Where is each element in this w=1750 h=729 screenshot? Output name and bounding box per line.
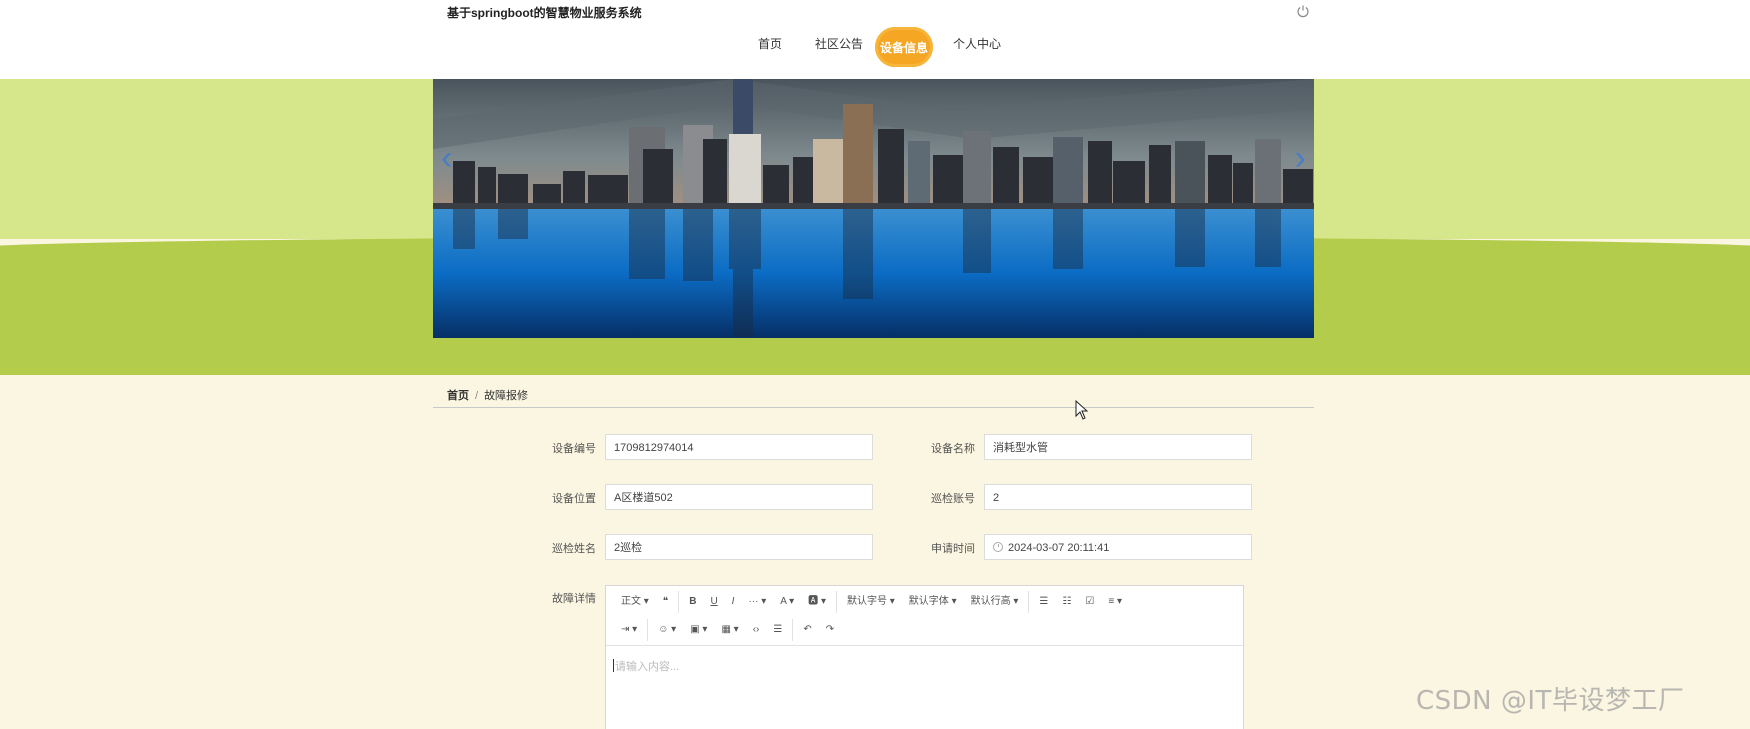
underline-icon[interactable]: U [703,592,724,612]
clock-icon [993,542,1003,552]
paragraph-style-dropdown[interactable]: 正文 ▾ [614,592,656,612]
emoji-dropdown[interactable]: ☺ ▾ [651,620,683,640]
breadcrumb: 首页 / 故障报修 [447,387,528,403]
toolbar-row-2: ⇥ ▾ ☺ ▾ ▣ ▾ ▦ ▾ ‹› ☰ ↶ ↷ [606,616,841,644]
device-location-label: 设备位置 [552,493,596,505]
quote-icon[interactable]: ❝ [656,592,675,612]
align-dropdown[interactable]: ≡ ▾ [1101,592,1129,612]
chevron-left-icon[interactable]: ‹ [441,139,452,178]
text-caret [613,659,614,672]
nav-device-info[interactable]: 设备信息 [875,27,933,67]
inspect-account-input[interactable]: 2 [984,484,1252,510]
italic-icon[interactable]: I [725,592,742,612]
bold-icon[interactable]: B [682,592,703,612]
nav-home[interactable]: 首页 [758,35,782,52]
table-dropdown[interactable]: ▦ ▾ [714,620,745,640]
main-nav: 首页 社区公告 设备信息 个人中心 [0,25,1750,71]
breadcrumb-home[interactable]: 首页 [447,390,469,402]
banner-carousel[interactable]: ‹ › [433,79,1314,338]
redo-icon[interactable]: ↷ [819,620,841,640]
editor-placeholder: 请输入内容... [615,661,680,673]
rich-text-editor: 正文 ▾ ❝ B U I ··· ▾ A ▾ 🅰 ▾ 默认字号 ▾ 默认字体 ▾… [605,585,1244,729]
breadcrumb-current: 故障报修 [484,390,529,402]
device-location-input[interactable]: A区楼道502 [605,484,873,510]
todo-list-icon[interactable]: ☑ [1078,592,1101,612]
nav-notice[interactable]: 社区公告 [815,35,863,52]
background-color-dropdown[interactable]: 🅰 ▾ [801,592,833,612]
device-name-label: 设备名称 [931,443,975,455]
apply-time-input[interactable]: 2024-03-07 20:11:41 [984,534,1252,560]
font-size-dropdown[interactable]: 默认字号 ▾ [840,592,902,612]
apply-time-value: 2024-03-07 20:11:41 [1008,542,1110,554]
inspect-account-label: 巡检账号 [931,493,975,505]
watermark: CSDN @IT毕设梦工厂 [1416,686,1685,716]
device-no-input[interactable]: 1709812974014 [605,434,873,460]
font-family-dropdown[interactable]: 默认字体 ▾ [902,592,964,612]
chevron-right-icon[interactable]: › [1295,139,1306,178]
mouse-cursor-icon [1075,400,1089,420]
nav-personal-center[interactable]: 个人中心 [953,35,1001,52]
bullet-list-icon[interactable]: ☰ [1032,592,1055,612]
apply-time-label: 申请时间 [931,543,975,555]
font-color-dropdown[interactable]: A ▾ [773,592,801,612]
inspect-name-label: 巡检姓名 [552,543,596,555]
divider-icon[interactable]: ☰ [766,620,789,640]
editor-toolbar: 正文 ▾ ❝ B U I ··· ▾ A ▾ 🅰 ▾ 默认字号 ▾ 默认字体 ▾… [606,586,1243,646]
numbered-list-icon[interactable]: ☷ [1055,592,1078,612]
more-styles-dropdown[interactable]: ··· ▾ [741,592,773,612]
device-no-label: 设备编号 [552,443,596,455]
inspect-name-input[interactable]: 2巡检 [605,534,873,560]
divider [433,407,1314,408]
line-height-dropdown[interactable]: 默认行高 ▾ [964,592,1026,612]
toolbar-row-1: 正文 ▾ ❝ B U I ··· ▾ A ▾ 🅰 ▾ 默认字号 ▾ 默认字体 ▾… [606,588,1129,616]
power-icon[interactable] [1296,4,1310,18]
device-name-input[interactable]: 消耗型水管 [984,434,1252,460]
editor-content-area[interactable]: 请输入内容... [606,646,1243,729]
undo-icon[interactable]: ↶ [796,620,818,640]
indent-dropdown[interactable]: ⇥ ▾ [614,620,644,640]
site-title: 基于springboot的智慧物业服务系统 [447,6,642,20]
image-dropdown[interactable]: ▣ ▾ [683,620,714,640]
breadcrumb-separator: / [475,390,479,402]
header: 基于springboot的智慧物业服务系统 首页 社区公告 设备信息 个人中心 [0,0,1750,79]
city-skyline-image [433,79,1314,338]
code-icon[interactable]: ‹› [746,620,767,640]
fault-detail-label: 故障详情 [552,593,596,605]
